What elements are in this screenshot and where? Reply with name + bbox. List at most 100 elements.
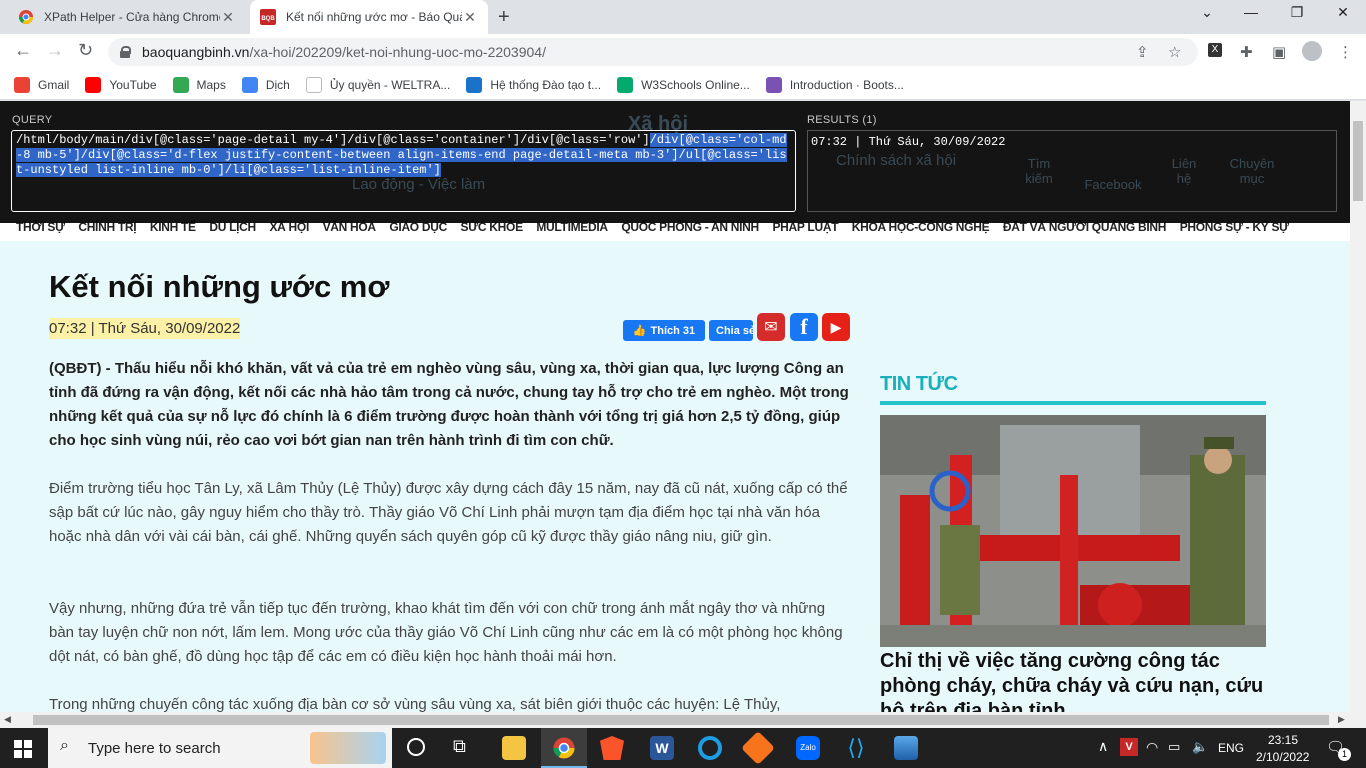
minimize-icon[interactable]: —: [1228, 4, 1274, 20]
bookmark-star-icon[interactable]: ☆: [1168, 43, 1181, 61]
vivaldi-tray-icon[interactable]: V: [1120, 738, 1138, 756]
search-highlight-icon: [310, 732, 386, 764]
bookmark-translate[interactable]: Dịch: [241, 76, 290, 93]
tab-xpath-helper[interactable]: XPath Helper - Cửa hàng Chrome ✕: [8, 0, 246, 34]
bookmark-bootstrap[interactable]: Introduction · Boots...: [765, 76, 904, 93]
vscode-icon[interactable]: ⟨⟩: [844, 736, 868, 760]
firefighting-photo: [880, 415, 1266, 647]
menu-kebab-icon[interactable]: ⋮: [1338, 43, 1353, 61]
xpath-extension-icon[interactable]: X: [1208, 43, 1222, 57]
bookmark-label: YouTube: [109, 77, 157, 92]
bookmark-maps[interactable]: Maps: [172, 76, 226, 93]
lock-icon: [120, 46, 131, 58]
bootstrap-icon: [765, 76, 782, 93]
query-label: QUERY: [12, 114, 53, 126]
bookmark-w3schools[interactable]: W3Schools Online...: [617, 76, 750, 93]
facebook-like-button[interactable]: 👍 Thích 31: [623, 320, 705, 341]
article-lead: (QBĐT) - Thấu hiểu nỗi khó khăn, vất vả …: [49, 360, 849, 449]
bookmark-label: Dịch: [265, 77, 290, 92]
sidebar-heading: TIN TỨC: [880, 373, 958, 395]
scroll-right-icon[interactable]: ▶: [1338, 714, 1345, 725]
share-icon[interactable]: ⇪: [1136, 43, 1149, 61]
xpath-results-box[interactable]: 07:32 | Thứ Sáu, 30/09/2022: [807, 130, 1337, 212]
brave-icon[interactable]: [600, 736, 624, 760]
results-label: RESULTS (1): [807, 114, 877, 126]
facebook-icon[interactable]: f: [790, 313, 818, 341]
maps-icon: [172, 76, 189, 93]
tab-title: XPath Helper - Cửa hàng Chrome: [44, 10, 220, 24]
bookmark-label: Maps: [196, 77, 226, 92]
extensions-puzzle-icon[interactable]: ✚: [1240, 43, 1253, 61]
tab-article[interactable]: BQB Kết nối những ước mơ - Báo Quả ✕: [250, 0, 488, 34]
close-tab-icon[interactable]: ✕: [462, 9, 478, 26]
scroll-left-icon[interactable]: ◀: [4, 714, 11, 725]
reload-icon[interactable]: ↻: [78, 40, 93, 61]
file-explorer-icon[interactable]: [502, 736, 526, 760]
profile-avatar[interactable]: [1302, 41, 1322, 61]
facebook-share-button[interactable]: Chia sẻ: [709, 320, 753, 341]
back-icon[interactable]: ←: [14, 40, 32, 61]
bookmarks-bar: Gmail YouTube Maps Dịch Ủy quyền - WELTR…: [0, 70, 1366, 100]
youtube-icon[interactable]: ▶: [822, 313, 850, 341]
bookmark-training[interactable]: Hệ thống Đào tạo t...: [466, 76, 601, 93]
chrome-icon[interactable]: [552, 736, 576, 760]
scrollbar-thumb[interactable]: [33, 715, 1329, 725]
search-placeholder: Type here to search: [88, 739, 221, 757]
cortana-icon[interactable]: [407, 738, 425, 756]
word-icon[interactable]: W: [650, 736, 674, 760]
windows-taskbar: ⌕ Type here to search ⧉ W Zalo ⟨⟩ ∧ V ◠ …: [0, 728, 1366, 768]
taskbar-search-input[interactable]: ⌕ Type here to search: [48, 728, 392, 768]
query-text: /html/body/main/div[@class='page-detail …: [16, 133, 650, 147]
chevron-down-icon[interactable]: ⌄: [1184, 4, 1230, 21]
page-icon: [305, 76, 322, 93]
bqb-favicon-icon: BQB: [260, 9, 276, 25]
clock-date[interactable]: 2/10/2022: [1256, 750, 1309, 764]
bookmark-label: Introduction · Boots...: [789, 77, 904, 92]
wifi-icon[interactable]: ◠: [1146, 739, 1158, 756]
xpath-query-input[interactable]: /html/body/main/div[@class='page-detail …: [11, 130, 796, 212]
svg-text:BQB: BQB: [261, 16, 275, 22]
bookmark-label: Gmail: [38, 77, 70, 92]
bookmark-youtube[interactable]: YouTube: [85, 76, 157, 93]
language-indicator[interactable]: ENG: [1218, 741, 1244, 755]
email-share-icon[interactable]: ✉: [757, 313, 785, 341]
horizontal-scrollbar[interactable]: ◀ ▶: [0, 712, 1366, 728]
article-paragraph: Trong những chuyến công tác xuống địa bà…: [49, 696, 781, 712]
photos-icon[interactable]: [894, 736, 918, 760]
article-date: 07:32 | Thứ Sáu, 30/09/2022: [49, 318, 241, 339]
bookmark-label: W3Schools Online...: [641, 77, 750, 92]
battery-icon[interactable]: ▭: [1168, 739, 1180, 755]
search-icon: ⌕: [60, 737, 69, 754]
thumbs-up-icon: 👍: [632, 325, 647, 337]
vertical-scrollbar[interactable]: [1350, 101, 1366, 712]
chrome-webstore-icon: [19, 10, 33, 24]
notification-badge: 1: [1338, 748, 1351, 761]
tab-strip: XPath Helper - Cửa hàng Chrome ✕ BQB Kết…: [0, 0, 1366, 34]
zalo-icon[interactable]: Zalo: [796, 736, 820, 760]
training-site-icon: [466, 76, 483, 93]
forward-icon[interactable]: →: [46, 40, 64, 61]
sidebar-divider: [880, 401, 1266, 405]
side-panel-icon[interactable]: ▣: [1272, 43, 1286, 61]
scrollbar-thumb[interactable]: [1353, 121, 1363, 201]
news-thumbnail[interactable]: [880, 415, 1266, 647]
close-tab-icon[interactable]: ✕: [220, 9, 236, 26]
close-window-icon[interactable]: ✕: [1320, 4, 1366, 21]
clock-time[interactable]: 23:15: [1268, 733, 1298, 747]
sync-app-icon[interactable]: [698, 736, 722, 760]
bookmark-gmail[interactable]: Gmail: [14, 76, 70, 93]
address-bar[interactable]: baoquangbinh.vn/xa-hoi/202209/ket-noi-nh…: [108, 38, 1198, 66]
task-view-icon[interactable]: ⧉: [453, 736, 466, 757]
bookmark-weltra[interactable]: Ủy quyền - WELTRA...: [305, 76, 450, 93]
restore-icon[interactable]: ❐: [1274, 4, 1320, 21]
volume-icon[interactable]: 🔈: [1192, 739, 1208, 755]
windows-start-icon[interactable]: [14, 740, 32, 758]
xampp-icon[interactable]: [741, 731, 775, 765]
xpath-helper-panel: Xã hội Chính sách xã hội Lao động - Việc…: [0, 101, 1350, 223]
article-title: Kết nối những ước mơ: [49, 269, 390, 304]
tray-chevron-up-icon[interactable]: ∧: [1098, 738, 1108, 755]
new-tab-icon[interactable]: +: [498, 6, 510, 29]
url-domain: baoquangbinh.vn: [142, 44, 250, 60]
news-story-title[interactable]: Chỉ thị về việc tăng cường công tác phòn…: [880, 649, 1266, 712]
youtube-icon: [85, 76, 102, 93]
